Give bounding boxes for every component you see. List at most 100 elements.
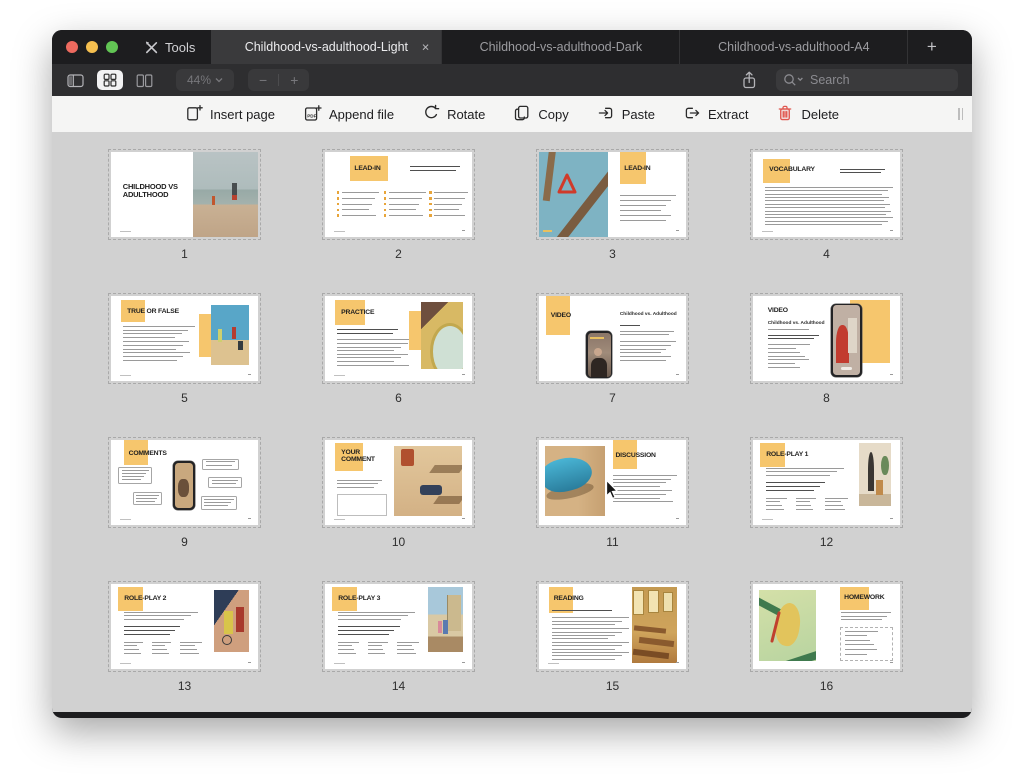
search-icon [783,73,805,92]
slide-title: YOUR COMMENT [341,449,385,464]
text-line [342,198,375,199]
text-line [204,502,231,503]
text-line [337,480,383,481]
swing-handle-icon [554,171,580,197]
page-number: 7 [609,391,616,405]
figure [868,452,874,491]
page-thumbnail-16[interactable]: HOMEWORK [753,584,900,669]
page-thumbnail-9[interactable]: COMMENTS [111,440,258,525]
text-line [768,329,809,330]
traffic-lights [52,30,132,64]
text-lines [620,325,641,328]
slide-photo [214,590,249,652]
page-thumbnail-5[interactable]: TRUE OR FALSE [111,296,258,381]
page-thumbnail-15[interactable]: READING [539,584,686,669]
text-line [136,501,155,502]
slide-page-number [676,230,679,231]
comment-bubble [208,477,242,488]
text-lines [552,628,628,642]
page-thumbnail-6[interactable]: PRACTICE [325,296,472,381]
paste-button[interactable]: Paste [597,104,655,125]
text-line [123,349,176,350]
tab-label: Childhood-vs-adulthood-Light [245,40,408,54]
page-thumbnail-14[interactable]: ROLE-PLAY 3 [325,584,472,669]
slide-page-number [462,662,465,663]
new-tab-button[interactable]: + [907,30,955,64]
text-line [620,200,671,201]
zoom-in-button[interactable]: + [279,72,309,88]
tools-label: Tools [165,40,195,55]
share-icon[interactable] [740,70,758,90]
figure [447,595,461,631]
figure [848,318,858,353]
minimize-window-button[interactable] [86,41,98,53]
text-line [552,632,622,633]
text-line [613,479,672,480]
figure [634,625,666,633]
action-label: Paste [622,107,655,122]
page-thumbnail-13[interactable]: ROLE-PLAY 2 [111,584,258,669]
text-lines [620,195,676,226]
tab-light[interactable]: Childhood-vs-adulthood-Light × [211,30,441,64]
sidebar-toggle-icon[interactable] [66,72,85,89]
page-view-icon[interactable] [135,72,154,89]
insert-page-button[interactable]: Insert page [185,104,275,125]
text-line [337,343,408,344]
zoom-level-dropdown[interactable]: 44% [176,69,234,91]
insert-page-icon [185,104,203,125]
tab-a4[interactable]: Childhood-vs-adulthood-A4 [679,30,907,64]
slide-title: VIDEO [551,312,571,319]
page-thumbnail-4[interactable]: VOCABULARY [753,152,900,237]
text-lines [368,642,390,656]
close-window-button[interactable] [66,41,78,53]
bullet-icon [337,203,340,206]
page-number: 14 [392,679,405,693]
tools-button[interactable]: Tools [132,30,211,64]
text-line [180,653,199,654]
extract-button[interactable]: Extract [683,104,748,125]
thumbnail-view-button[interactable] [97,70,123,90]
page-thumbnail-3[interactable]: LEAD-IN [539,152,686,237]
text-line [397,653,416,654]
figure [590,337,604,339]
page-action-toolbar: Insert page PDF Append file Rotate Copy … [52,96,972,132]
toolbar-grip-icon[interactable] [958,108,963,120]
close-tab-icon[interactable]: × [422,40,430,55]
page-thumbnail-8[interactable]: VIDEO Childhood vs. Adulthood [753,296,900,381]
tab-dark[interactable]: Childhood-vs-adulthood-Dark [441,30,679,64]
page-thumbnail-12[interactable]: ROLE-PLAY 1 [753,440,900,525]
text-line [342,204,372,205]
copy-button[interactable]: Copy [513,104,568,125]
slide-title: DISCUSSION [615,452,655,459]
text-lines [123,326,195,364]
copy-icon [513,104,531,125]
action-label: Delete [801,107,839,122]
slide-title: PRACTICE [341,309,374,316]
text-line [796,501,810,502]
rotate-button[interactable]: Rotate [422,104,485,125]
page-thumbnail-7[interactable]: VIDEO Childhood vs. Adulthood [539,296,686,381]
text-line [766,482,825,483]
text-line [338,642,358,643]
delete-button[interactable]: Delete [776,104,839,125]
text-line [766,501,780,502]
page-thumbnail-1[interactable]: CHILDHOOD VS ADULTHOOD [111,152,258,237]
page-thumbnail-10[interactable]: YOUR COMMENT [325,440,472,525]
bullet-icon [384,191,387,194]
slide-title: VIDEO [768,307,788,314]
zoom-window-button[interactable] [106,41,118,53]
tab-label: Childhood-vs-adulthood-Dark [480,40,643,54]
zoom-out-button[interactable]: − [248,72,278,88]
slide-page-number [248,518,251,519]
text-line [841,616,886,617]
figure [876,480,883,495]
text-line [337,365,409,366]
page-thumbnail-2[interactable]: LEAD-IN [325,152,472,237]
text-line [768,359,809,360]
text-line [845,635,867,636]
text-line [338,612,414,613]
text-lines [152,642,173,656]
bullet-icon [384,203,387,206]
text-line [123,337,176,338]
append-file-button[interactable]: PDF Append file [303,104,394,125]
